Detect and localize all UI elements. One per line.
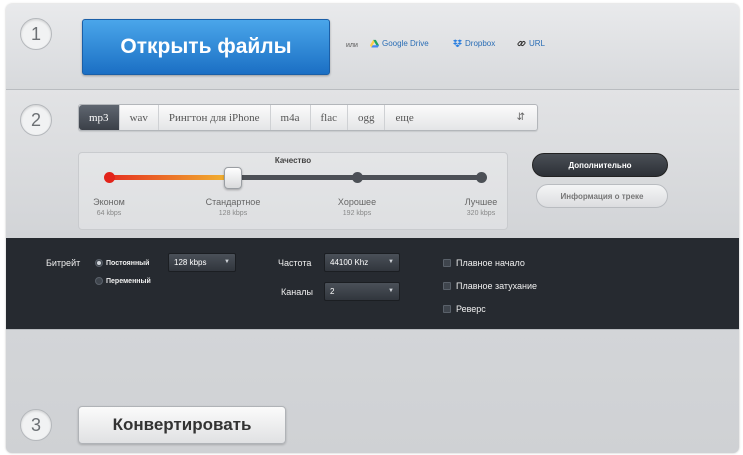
- frequency-select-value: 44100 Khz: [330, 258, 369, 267]
- frequency-label: Частота: [278, 258, 312, 268]
- frequency-select[interactable]: 44100 Khz ▼: [324, 253, 400, 272]
- dropbox-label: Dropbox: [465, 39, 496, 48]
- quality-level-label: Лучшее: [464, 197, 498, 207]
- advanced-settings-panel: Битрейт Постоянный Переменный 128 kbps ▼…: [6, 238, 739, 329]
- bitrate-constant-radio[interactable]: [95, 259, 103, 267]
- reverse-checkbox[interactable]: [443, 305, 451, 313]
- bitrate-select-value: 128 kbps: [174, 258, 207, 267]
- quality-stop-dot[interactable]: [352, 172, 363, 183]
- quality-title: Качество: [274, 156, 312, 165]
- quality-slider-fill: [109, 175, 233, 180]
- link-icon: [517, 41, 526, 46]
- format-more-dropdown[interactable]: еще: [385, 105, 413, 130]
- fade-out-checkbox[interactable]: [443, 282, 451, 290]
- google-drive-link[interactable]: Google Drive: [370, 39, 429, 48]
- open-files-button[interactable]: Открыть файлы: [82, 19, 330, 75]
- bitrate-select[interactable]: 128 kbps ▼: [168, 253, 236, 272]
- channels-select-value: 2: [330, 287, 335, 296]
- bitrate-constant-label: Постоянный: [106, 260, 150, 267]
- up-down-arrows-icon[interactable]: ⇵: [505, 112, 537, 123]
- quality-slider-handle[interactable]: [224, 167, 242, 189]
- chevron-down-icon: ▼: [388, 259, 394, 265]
- quality-slider-track[interactable]: [104, 167, 487, 189]
- quality-level-label: Эконом: [93, 197, 125, 207]
- fade-in-label: Плавное начало: [456, 258, 525, 268]
- dropbox-icon: [453, 39, 462, 48]
- channels-select[interactable]: 2 ▼: [324, 282, 400, 301]
- bitrate-variable-label: Переменный: [106, 278, 151, 285]
- quality-level-bitrate: 320 kbps: [466, 210, 496, 217]
- quality-level-label: Стандартное: [205, 197, 261, 207]
- step-1-section: 1 Открыть файлы или Google Drive Dropbox: [6, 4, 739, 90]
- converter-frame: 1 Открыть файлы или Google Drive Dropbox: [6, 4, 739, 453]
- format-tab-wav[interactable]: wav: [120, 105, 159, 130]
- google-drive-icon: [370, 39, 379, 48]
- chevron-down-icon: ▼: [388, 288, 394, 294]
- reverse-label: Реверс: [456, 304, 486, 314]
- fade-in-checkbox[interactable]: [443, 259, 451, 267]
- quality-level-bitrate: 64 kbps: [96, 210, 122, 217]
- dropbox-link[interactable]: Dropbox: [453, 39, 495, 48]
- advanced-button[interactable]: Дополнительно: [532, 153, 668, 177]
- quality-level-bitrate: 192 kbps: [342, 210, 372, 217]
- channels-label: Каналы: [281, 287, 313, 297]
- step-1-badge: 1: [20, 18, 52, 50]
- step-2-badge: 2: [20, 104, 52, 136]
- quality-slider-panel: Качество Эконом 64 kbps Стандартное 128 kbp…: [78, 152, 508, 230]
- quality-level-label: Хорошее: [337, 197, 377, 207]
- google-drive-label: Google Drive: [382, 39, 429, 48]
- track-info-button[interactable]: Информация о треке: [536, 184, 668, 208]
- fade-out-label: Плавное затухание: [456, 281, 538, 291]
- step-3-badge: 3: [20, 409, 52, 441]
- step-3-section: 3 Конвертировать: [6, 329, 739, 453]
- format-tab-flac[interactable]: flac: [311, 105, 348, 130]
- bitrate-label: Битрейт: [46, 258, 81, 268]
- url-label: URL: [529, 39, 546, 48]
- bitrate-variable-radio[interactable]: [95, 277, 103, 285]
- url-link[interactable]: URL: [517, 39, 545, 48]
- format-tab-m4a[interactable]: m4a: [271, 105, 311, 130]
- format-tab-mp3[interactable]: mp3: [79, 105, 120, 130]
- quality-level-bitrate: 128 kbps: [218, 210, 248, 217]
- quality-stop-dot[interactable]: [476, 172, 487, 183]
- step-2-section: 2 mp3 wav Рингтон для iPhone m4a flac og…: [6, 90, 739, 238]
- quality-stop-dot[interactable]: [104, 172, 115, 183]
- format-tab-ogg[interactable]: ogg: [348, 105, 386, 130]
- or-text: или: [346, 42, 358, 49]
- format-tab-iphone-ringtone[interactable]: Рингтон для iPhone: [159, 105, 271, 130]
- chevron-down-icon: ▼: [224, 259, 230, 265]
- format-selector: mp3 wav Рингтон для iPhone m4a flac ogg …: [78, 104, 538, 131]
- convert-button[interactable]: Конвертировать: [78, 406, 286, 444]
